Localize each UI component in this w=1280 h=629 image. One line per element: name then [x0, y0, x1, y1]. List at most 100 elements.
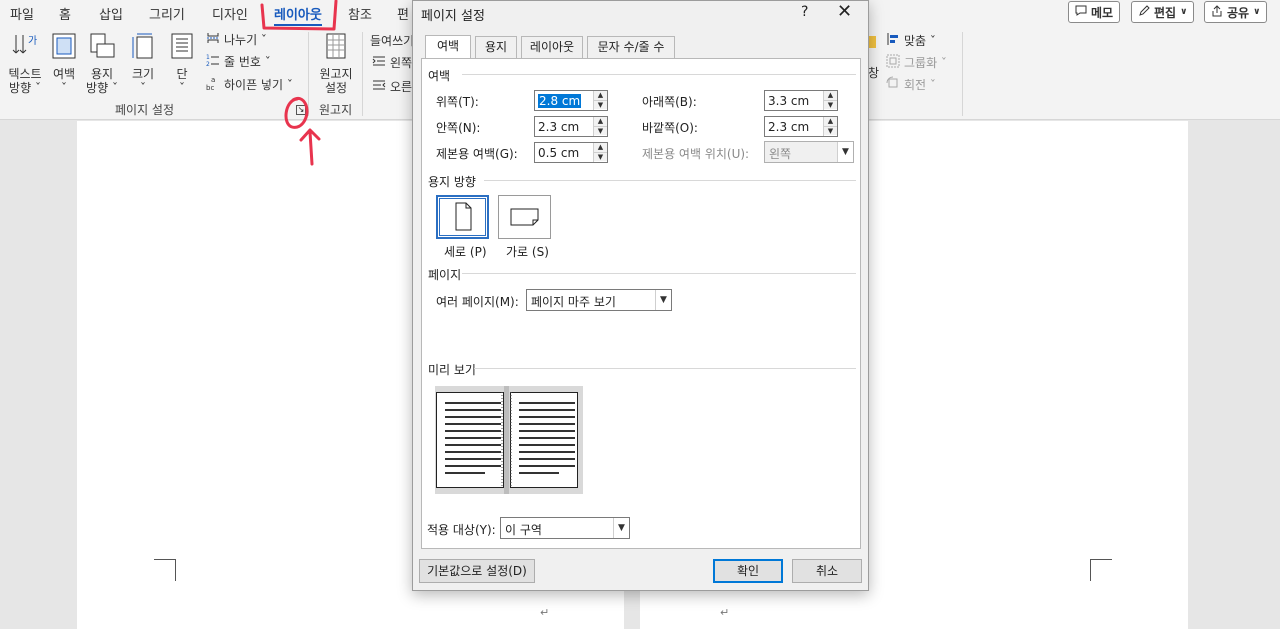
editing-label: 편집 [1154, 5, 1177, 20]
chevron-down-icon: ▼ [613, 518, 629, 538]
spin-down-icon[interactable]: ▼ [594, 100, 607, 109]
portrait-option[interactable] [436, 195, 489, 239]
hyphenation-icon: a bc [206, 75, 220, 94]
multiple-pages-select[interactable]: 페이지 마주 보기 ▼ [526, 289, 672, 311]
text-direction-button[interactable]: 가 텍스트 방향 ˇ [6, 32, 44, 95]
bottom-margin-input[interactable]: 3.3 cm ▲ ▼ [764, 90, 838, 111]
tab-file[interactable]: 파일 [10, 4, 34, 23]
spin-up-icon[interactable]: ▲ [824, 91, 837, 100]
top-margin-input[interactable]: 2.8 cm ▲ ▼ [534, 90, 608, 111]
spinner-arrows[interactable]: ▲ ▼ [593, 117, 607, 136]
group-button[interactable]: 그룹화 ˇ [886, 54, 947, 71]
svg-text:2: 2 [206, 61, 210, 67]
page-setup-dialog-launcher[interactable]: ↘ [296, 105, 306, 115]
gutter-value: 0.5 cm [538, 146, 580, 160]
columns-label: 단 ˇ [176, 67, 188, 95]
portrait-label: 세로 (P) [444, 245, 487, 259]
text-direction-icon: 가 [6, 32, 44, 63]
indent-right-field[interactable]: 오른 [372, 78, 412, 95]
tab-mailings[interactable]: 편 [397, 4, 409, 23]
tab-home[interactable]: 홈 [59, 4, 71, 23]
gutter-position-select[interactable]: 왼쪽 ▼ [764, 141, 854, 163]
tab-layout-dialog[interactable]: 레이아웃 [521, 36, 583, 58]
spin-down-icon[interactable]: ▼ [594, 126, 607, 135]
outside-margin-input[interactable]: 2.3 cm ▲ ▼ [764, 116, 838, 137]
ok-button[interactable]: 확인 [713, 559, 783, 583]
inside-margin-input[interactable]: 2.3 cm ▲ ▼ [534, 116, 608, 137]
hyphenation-button[interactable]: a bc 하이픈 넣기 ˇ [206, 75, 293, 94]
gutter-position-value: 왼쪽 [769, 147, 792, 161]
spin-down-icon[interactable]: ▼ [594, 152, 607, 161]
rotate-button[interactable]: 회전 ˇ [886, 76, 936, 93]
chevron-down-icon: ▼ [655, 290, 671, 310]
columns-button[interactable]: 단 ˇ [166, 32, 198, 95]
tab-design[interactable]: 디자인 [212, 4, 248, 23]
spinner-arrows[interactable]: ▲ ▼ [593, 91, 607, 110]
line-numbers-icon: 12 [206, 53, 220, 70]
preview-section-title: 미리 보기 [428, 363, 476, 377]
preview-lines [445, 386, 575, 494]
editing-button[interactable]: 편집 ∨ [1131, 1, 1195, 23]
spin-up-icon[interactable]: ▲ [594, 91, 607, 100]
landscape-label: 가로 (S) [506, 245, 549, 259]
crop-mark [1090, 559, 1112, 581]
indent-right-icon [372, 79, 386, 94]
spinner-arrows[interactable]: ▲ ▼ [823, 117, 837, 136]
inside-margin-value: 2.3 cm [538, 120, 580, 134]
tab-insert[interactable]: 삽입 [99, 4, 123, 23]
landscape-option[interactable] [498, 195, 551, 239]
outside-margin-value: 2.3 cm [768, 120, 810, 134]
share-icon [1211, 4, 1223, 20]
paragraph-mark: ↵ [540, 606, 550, 619]
multiple-pages-value: 페이지 마주 보기 [531, 295, 616, 309]
spin-up-icon[interactable]: ▲ [824, 117, 837, 126]
align-button[interactable]: 맞춤 ˇ [886, 32, 936, 49]
spin-up-icon[interactable]: ▲ [594, 143, 607, 152]
spinner-arrows[interactable]: ▲ ▼ [593, 143, 607, 162]
tab-margins[interactable]: 여백 [425, 35, 471, 58]
pages-section-title: 페이지 [428, 268, 462, 282]
indent-left-field[interactable]: 왼쪽 [372, 54, 412, 71]
tab-paper[interactable]: 용지 [475, 36, 517, 58]
orientation-label: 용지 방향 ˇ [86, 67, 118, 95]
spin-down-icon[interactable]: ▼ [824, 100, 837, 109]
size-button[interactable]: 크기 ˇ [126, 32, 160, 95]
tab-document-grid[interactable]: 문자 수/줄 수 [587, 36, 675, 58]
page-setup-group-label: 페이지 설정 [115, 103, 175, 117]
margins-button[interactable]: 여백 ˇ [48, 32, 80, 95]
manuscript-icon [314, 32, 358, 63]
svg-text:bc: bc [206, 84, 214, 91]
align-icon [886, 32, 900, 49]
indent-right-label: 오른 [390, 80, 413, 94]
share-button[interactable]: 공유 ∨ [1204, 1, 1268, 23]
comments-button[interactable]: 메모 [1068, 1, 1121, 23]
gutter-input[interactable]: 0.5 cm ▲ ▼ [534, 142, 608, 163]
help-button[interactable]: ? [801, 4, 808, 20]
hyphenation-label: 하이픈 넣기 ˇ [224, 78, 293, 92]
orientation-button[interactable]: 용지 방향 ˇ [84, 32, 120, 95]
set-default-button[interactable]: 기본값으로 설정(D) [419, 559, 535, 583]
section-divider [484, 180, 856, 181]
apply-to-value: 이 구역 [505, 523, 542, 537]
tab-layout[interactable]: 레이아웃 [274, 4, 322, 26]
text-direction-label: 텍스트 방향 ˇ [8, 67, 42, 95]
breaks-button[interactable]: 나누기 ˇ [206, 31, 267, 48]
breaks-icon [206, 31, 220, 48]
manuscript-group-label: 원고지 [319, 103, 353, 117]
wrap-text-icon[interactable] [868, 34, 876, 50]
cancel-button[interactable]: 취소 [792, 559, 862, 583]
comment-icon [1075, 5, 1087, 19]
tab-draw[interactable]: 그리기 [149, 4, 185, 23]
landscape-icon [510, 208, 539, 226]
spinner-arrows[interactable]: ▲ ▼ [823, 91, 837, 110]
spin-down-icon[interactable]: ▼ [824, 126, 837, 135]
close-icon[interactable]: ✕ [837, 1, 852, 22]
dialog-title: 페이지 설정 [421, 9, 485, 24]
manuscript-setup-button[interactable]: 원고지 설정 [314, 32, 358, 95]
line-numbers-button[interactable]: 12 줄 번호 ˇ [206, 53, 271, 70]
group-label: 그룹화 ˇ [904, 56, 947, 70]
apply-to-select[interactable]: 이 구역 ▼ [500, 517, 630, 539]
tab-references[interactable]: 참조 [348, 4, 372, 23]
outside-margin-label: 바깥쪽(O): [642, 121, 698, 135]
spin-up-icon[interactable]: ▲ [594, 117, 607, 126]
